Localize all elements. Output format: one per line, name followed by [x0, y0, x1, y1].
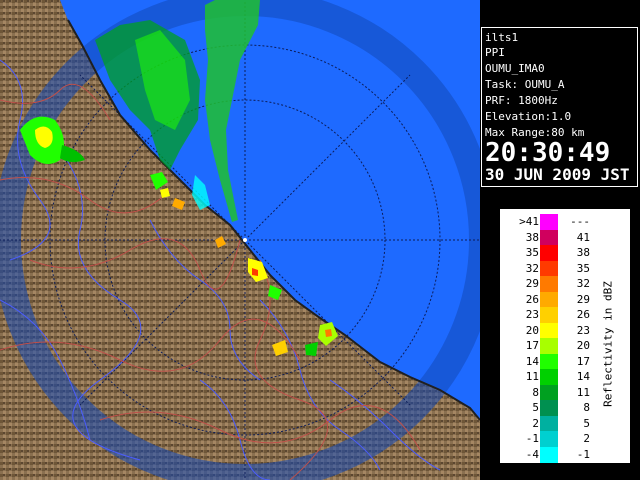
- legend-high-value: 17: [576, 354, 590, 368]
- legend-low-value: 35: [525, 246, 539, 259]
- legend-color-swatch: [540, 446, 558, 463]
- legend-row: 8 11: [500, 384, 630, 401]
- legend-high-value: 38: [576, 246, 590, 259]
- legend-high-value: 2: [583, 432, 590, 445]
- legend-color-swatch: [540, 384, 558, 401]
- legend-row: 58: [500, 400, 630, 416]
- legend-color-swatch: [540, 400, 558, 416]
- scan-time: 20:30:49: [485, 138, 611, 168]
- legend-color-swatch: [540, 260, 558, 277]
- legend-high-value: 35: [576, 261, 590, 275]
- legend-low-value: 2: [532, 416, 539, 430]
- site-name: OUMU_IMA0: [485, 62, 545, 75]
- legend-high-value: 14: [576, 370, 590, 383]
- legend-low-value: 17: [525, 339, 539, 352]
- legend-low-value: 14: [525, 354, 539, 368]
- radar-site-marker: [243, 238, 247, 242]
- legend-high-value: 41: [576, 230, 590, 244]
- legend-row: 38 41: [500, 229, 630, 246]
- legend-high-value: 23: [576, 323, 590, 337]
- legend-color-swatch: [540, 229, 558, 246]
- legend-color-swatch: [540, 276, 558, 292]
- legend-row: -1 2: [500, 431, 630, 447]
- legend-low-value: 5: [532, 401, 539, 414]
- scan-date: 30 JUN 2009 JST: [485, 165, 630, 184]
- legend-low-value: 29: [525, 277, 539, 290]
- legend-row: -4 -1: [500, 446, 630, 463]
- legend-low-value: -1: [525, 432, 539, 445]
- legend-row: >41 ---: [500, 214, 630, 230]
- legend-color-swatch: [540, 338, 558, 354]
- legend-low-value: 32: [525, 261, 539, 275]
- legend-row: 20 23: [500, 322, 630, 339]
- legend-row: 23 26: [500, 307, 630, 323]
- elevation-label: Elevation:1.0: [485, 110, 572, 123]
- legend-row: 25: [500, 415, 630, 432]
- legend-row: 26 29: [500, 291, 630, 308]
- legend-low-value: 26: [525, 292, 539, 306]
- legend-high-value: 32: [576, 277, 590, 290]
- legend-color-swatch: [540, 245, 558, 261]
- radar-name: ilts1: [485, 31, 519, 44]
- legend-low-value: 11: [525, 370, 539, 383]
- legend-row: 35 38: [500, 245, 630, 261]
- legend-row: 17 20: [500, 338, 630, 354]
- legend-low-value: >41: [519, 215, 539, 228]
- legend-color-swatch: [540, 369, 558, 385]
- legend-high-value: -1: [576, 447, 590, 461]
- info-panel: ilts1 PPI OUMU_IMA0 Task: OUMU_A PRF: 18…: [481, 27, 638, 187]
- task-label: Task: OUMU_A: [485, 78, 565, 91]
- legend-color-swatch: [540, 291, 558, 308]
- legend-row: 32 35: [500, 260, 630, 277]
- scan-type: PPI: [485, 46, 505, 59]
- legend-low-value: 38: [525, 230, 539, 244]
- legend-low-value: -4: [525, 447, 539, 461]
- legend-color-swatch: [540, 214, 558, 230]
- legend-high-value: 8: [583, 401, 590, 414]
- legend-high-value: 20: [576, 339, 590, 352]
- legend-row: 11 14: [500, 369, 630, 385]
- legend-high-value: 26: [576, 308, 590, 321]
- legend-row: 14 17: [500, 353, 630, 370]
- legend-color-swatch: [540, 431, 558, 447]
- legend-high-value: ---: [570, 215, 590, 228]
- legend-high-value: 11: [576, 385, 590, 399]
- legend-low-value: 8: [532, 385, 539, 399]
- legend-low-value: 20: [525, 323, 539, 337]
- radar-ppi-display[interactable]: [0, 0, 480, 480]
- reflectivity-legend: Reflectivity in dBZ >41 --- 38 41 35 38 32 35 29…: [500, 209, 630, 463]
- legend-color-swatch: [540, 415, 558, 432]
- legend-row: 29 32: [500, 276, 630, 292]
- legend-low-value: 23: [525, 308, 539, 321]
- legend-color-swatch: [540, 307, 558, 323]
- prf-label: PRF: 1800Hz: [485, 94, 558, 107]
- legend-high-value: 29: [576, 292, 590, 306]
- legend-color-swatch: [540, 353, 558, 370]
- legend-high-value: 5: [583, 416, 590, 430]
- legend-color-swatch: [540, 322, 558, 339]
